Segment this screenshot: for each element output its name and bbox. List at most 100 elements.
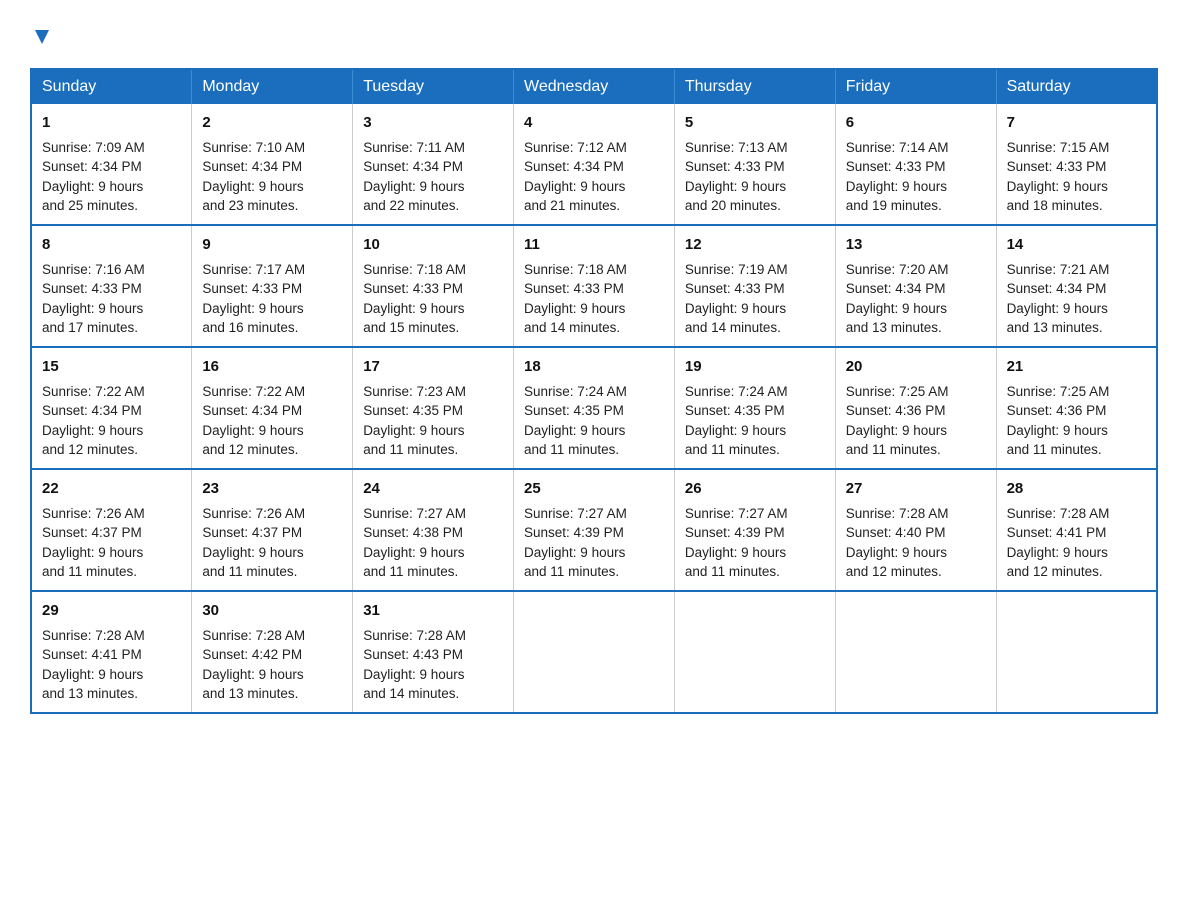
cell-info: Sunrise: 7:26 AMSunset: 4:37 PMDaylight:… (202, 506, 305, 580)
day-number: 16 (202, 356, 342, 378)
calendar-cell: 30 Sunrise: 7:28 AMSunset: 4:42 PMDaylig… (192, 591, 353, 713)
cell-info: Sunrise: 7:22 AMSunset: 4:34 PMDaylight:… (202, 384, 305, 458)
calendar-cell: 31 Sunrise: 7:28 AMSunset: 4:43 PMDaylig… (353, 591, 514, 713)
day-number: 19 (685, 356, 825, 378)
cell-info: Sunrise: 7:18 AMSunset: 4:33 PMDaylight:… (524, 262, 627, 336)
day-number: 30 (202, 600, 342, 622)
cell-info: Sunrise: 7:27 AMSunset: 4:39 PMDaylight:… (524, 506, 627, 580)
calendar-cell: 17 Sunrise: 7:23 AMSunset: 4:35 PMDaylig… (353, 347, 514, 469)
calendar-cell: 3 Sunrise: 7:11 AMSunset: 4:34 PMDayligh… (353, 104, 514, 225)
day-number: 17 (363, 356, 503, 378)
calendar-cell: 9 Sunrise: 7:17 AMSunset: 4:33 PMDayligh… (192, 225, 353, 347)
calendar-cell: 6 Sunrise: 7:14 AMSunset: 4:33 PMDayligh… (835, 104, 996, 225)
cell-info: Sunrise: 7:24 AMSunset: 4:35 PMDaylight:… (685, 384, 788, 458)
cell-info: Sunrise: 7:15 AMSunset: 4:33 PMDaylight:… (1007, 140, 1110, 214)
day-number: 13 (846, 234, 986, 256)
cell-info: Sunrise: 7:23 AMSunset: 4:35 PMDaylight:… (363, 384, 466, 458)
calendar-cell: 10 Sunrise: 7:18 AMSunset: 4:33 PMDaylig… (353, 225, 514, 347)
calendar-cell: 28 Sunrise: 7:28 AMSunset: 4:41 PMDaylig… (996, 469, 1157, 591)
day-number: 12 (685, 234, 825, 256)
cell-info: Sunrise: 7:28 AMSunset: 4:41 PMDaylight:… (1007, 506, 1110, 580)
cell-info: Sunrise: 7:27 AMSunset: 4:39 PMDaylight:… (685, 506, 788, 580)
day-number: 20 (846, 356, 986, 378)
day-number: 26 (685, 478, 825, 500)
calendar-cell: 2 Sunrise: 7:10 AMSunset: 4:34 PMDayligh… (192, 104, 353, 225)
day-number: 8 (42, 234, 181, 256)
calendar-cell: 5 Sunrise: 7:13 AMSunset: 4:33 PMDayligh… (674, 104, 835, 225)
calendar-week-row: 1 Sunrise: 7:09 AMSunset: 4:34 PMDayligh… (31, 104, 1157, 225)
day-number: 27 (846, 478, 986, 500)
calendar-cell: 22 Sunrise: 7:26 AMSunset: 4:37 PMDaylig… (31, 469, 192, 591)
cell-info: Sunrise: 7:25 AMSunset: 4:36 PMDaylight:… (846, 384, 949, 458)
day-number: 6 (846, 112, 986, 134)
cell-info: Sunrise: 7:19 AMSunset: 4:33 PMDaylight:… (685, 262, 788, 336)
cell-info: Sunrise: 7:26 AMSunset: 4:37 PMDaylight:… (42, 506, 145, 580)
calendar-cell: 11 Sunrise: 7:18 AMSunset: 4:33 PMDaylig… (514, 225, 675, 347)
day-number: 10 (363, 234, 503, 256)
calendar-header-row: SundayMondayTuesdayWednesdayThursdayFrid… (31, 69, 1157, 104)
calendar-cell: 20 Sunrise: 7:25 AMSunset: 4:36 PMDaylig… (835, 347, 996, 469)
calendar-cell: 26 Sunrise: 7:27 AMSunset: 4:39 PMDaylig… (674, 469, 835, 591)
day-number: 24 (363, 478, 503, 500)
cell-info: Sunrise: 7:22 AMSunset: 4:34 PMDaylight:… (42, 384, 145, 458)
calendar-cell: 4 Sunrise: 7:12 AMSunset: 4:34 PMDayligh… (514, 104, 675, 225)
calendar-cell (514, 591, 675, 713)
day-of-week-header: Wednesday (514, 69, 675, 104)
day-number: 3 (363, 112, 503, 134)
cell-info: Sunrise: 7:16 AMSunset: 4:33 PMDaylight:… (42, 262, 145, 336)
day-number: 7 (1007, 112, 1146, 134)
cell-info: Sunrise: 7:13 AMSunset: 4:33 PMDaylight:… (685, 140, 788, 214)
calendar-table: SundayMondayTuesdayWednesdayThursdayFrid… (30, 68, 1158, 714)
day-number: 15 (42, 356, 181, 378)
calendar-cell: 25 Sunrise: 7:27 AMSunset: 4:39 PMDaylig… (514, 469, 675, 591)
day-number: 22 (42, 478, 181, 500)
day-number: 5 (685, 112, 825, 134)
cell-info: Sunrise: 7:17 AMSunset: 4:33 PMDaylight:… (202, 262, 305, 336)
calendar-cell: 1 Sunrise: 7:09 AMSunset: 4:34 PMDayligh… (31, 104, 192, 225)
calendar-cell: 19 Sunrise: 7:24 AMSunset: 4:35 PMDaylig… (674, 347, 835, 469)
day-number: 29 (42, 600, 181, 622)
calendar-cell: 13 Sunrise: 7:20 AMSunset: 4:34 PMDaylig… (835, 225, 996, 347)
cell-info: Sunrise: 7:20 AMSunset: 4:34 PMDaylight:… (846, 262, 949, 336)
cell-info: Sunrise: 7:28 AMSunset: 4:41 PMDaylight:… (42, 628, 145, 702)
cell-info: Sunrise: 7:28 AMSunset: 4:43 PMDaylight:… (363, 628, 466, 702)
calendar-cell: 14 Sunrise: 7:21 AMSunset: 4:34 PMDaylig… (996, 225, 1157, 347)
calendar-cell (996, 591, 1157, 713)
logo-triangle-icon (30, 26, 54, 48)
day-number: 9 (202, 234, 342, 256)
cell-info: Sunrise: 7:25 AMSunset: 4:36 PMDaylight:… (1007, 384, 1110, 458)
cell-info: Sunrise: 7:10 AMSunset: 4:34 PMDaylight:… (202, 140, 305, 214)
day-of-week-header: Monday (192, 69, 353, 104)
calendar-cell: 8 Sunrise: 7:16 AMSunset: 4:33 PMDayligh… (31, 225, 192, 347)
day-number: 2 (202, 112, 342, 134)
day-number: 1 (42, 112, 181, 134)
cell-info: Sunrise: 7:28 AMSunset: 4:40 PMDaylight:… (846, 506, 949, 580)
day-number: 25 (524, 478, 664, 500)
day-of-week-header: Sunday (31, 69, 192, 104)
calendar-cell: 23 Sunrise: 7:26 AMSunset: 4:37 PMDaylig… (192, 469, 353, 591)
calendar-cell: 12 Sunrise: 7:19 AMSunset: 4:33 PMDaylig… (674, 225, 835, 347)
calendar-cell: 29 Sunrise: 7:28 AMSunset: 4:41 PMDaylig… (31, 591, 192, 713)
calendar-week-row: 15 Sunrise: 7:22 AMSunset: 4:34 PMDaylig… (31, 347, 1157, 469)
calendar-week-row: 29 Sunrise: 7:28 AMSunset: 4:41 PMDaylig… (31, 591, 1157, 713)
cell-info: Sunrise: 7:28 AMSunset: 4:42 PMDaylight:… (202, 628, 305, 702)
calendar-cell: 15 Sunrise: 7:22 AMSunset: 4:34 PMDaylig… (31, 347, 192, 469)
day-number: 31 (363, 600, 503, 622)
day-number: 21 (1007, 356, 1146, 378)
header (30, 20, 1158, 50)
calendar-week-row: 22 Sunrise: 7:26 AMSunset: 4:37 PMDaylig… (31, 469, 1157, 591)
cell-info: Sunrise: 7:27 AMSunset: 4:38 PMDaylight:… (363, 506, 466, 580)
calendar-cell: 24 Sunrise: 7:27 AMSunset: 4:38 PMDaylig… (353, 469, 514, 591)
calendar-cell: 21 Sunrise: 7:25 AMSunset: 4:36 PMDaylig… (996, 347, 1157, 469)
day-number: 4 (524, 112, 664, 134)
day-number: 18 (524, 356, 664, 378)
cell-info: Sunrise: 7:18 AMSunset: 4:33 PMDaylight:… (363, 262, 466, 336)
day-of-week-header: Thursday (674, 69, 835, 104)
day-number: 28 (1007, 478, 1146, 500)
day-number: 11 (524, 234, 664, 256)
day-of-week-header: Friday (835, 69, 996, 104)
calendar-week-row: 8 Sunrise: 7:16 AMSunset: 4:33 PMDayligh… (31, 225, 1157, 347)
calendar-cell: 18 Sunrise: 7:24 AMSunset: 4:35 PMDaylig… (514, 347, 675, 469)
calendar-cell: 7 Sunrise: 7:15 AMSunset: 4:33 PMDayligh… (996, 104, 1157, 225)
day-number: 23 (202, 478, 342, 500)
